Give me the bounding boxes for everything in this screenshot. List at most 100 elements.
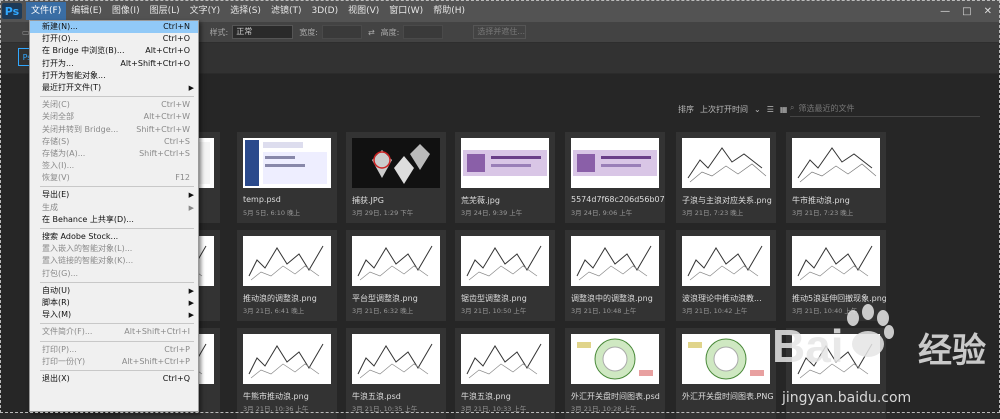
height-input[interactable]	[403, 25, 444, 39]
file-thumbnail	[792, 236, 880, 286]
file-menu-item[interactable]: 在 Behance 上共享(D)...	[30, 214, 198, 226]
sort-control[interactable]: 排序 上次打开时间 ⌄ ☰ ▦	[678, 104, 787, 115]
file-menu-item-label: 文件简介(F)...	[42, 327, 93, 337]
search-field[interactable]: ⌕ 筛选最近的文件	[790, 100, 980, 117]
menu-1[interactable]: 编辑(E)	[66, 2, 107, 20]
file-menu-item[interactable]: 导出(E) ▶	[30, 189, 198, 201]
file-menu-item-label: 关闭并转到 Bridge...	[42, 124, 119, 134]
recent-file-tile[interactable]: 荒芜薇.jpg 3月 24日, 9:39 上午	[455, 132, 555, 223]
file-menu-item-label: 脚本(R)	[42, 297, 70, 307]
minimize-icon[interactable]: —	[940, 6, 950, 17]
shortcut-label: Ctrl+W	[161, 100, 190, 110]
recent-file-tile[interactable]: 外汇开关盘时间图表.PNG	[676, 328, 776, 419]
file-date: 3月 21日, 10:42 上午	[682, 307, 748, 315]
swap-icon[interactable]: ⇄	[368, 28, 375, 37]
file-date: 3月 21日, 10:35 上午	[352, 405, 418, 413]
file-menu-item[interactable]: 退出(X) Ctrl+Q	[30, 373, 198, 385]
file-thumbnail	[792, 138, 880, 188]
file-menu-item-label: 搜索 Adobe Stock...	[42, 232, 119, 241]
recent-file-tile[interactable]: temp.psd 5月 5日, 6:10 晚上	[237, 132, 337, 223]
menu-10[interactable]: 帮助(H)	[428, 2, 470, 20]
file-menu-item: 置入链接的智能对象(K)...	[30, 255, 198, 267]
menu-8[interactable]: 视图(V)	[343, 2, 384, 20]
file-menu-item[interactable]: 导入(M) ▶	[30, 309, 198, 321]
file-thumbnail	[352, 334, 440, 384]
file-name: 牛熊市推动浪.png	[243, 392, 309, 401]
recent-file-tile[interactable]: 推动浪的调整浪.png 3月 21日, 6:41 晚上	[237, 230, 337, 321]
recent-file-tile[interactable]: 子浪与主浪对应关系.png 3月 21日, 7:23 晚上	[676, 132, 776, 223]
file-menu-item[interactable]: 打开(O)... Ctrl+O	[30, 33, 198, 45]
recent-file-tile[interactable]: 波浪理论中推动浪教... 3月 21日, 10:42 上午	[676, 230, 776, 321]
file-menu-item: 打印(P)... Ctrl+P	[30, 344, 198, 356]
file-name: 波浪理论中推动浪教...	[682, 294, 762, 303]
height-label: 高度:	[380, 27, 400, 37]
file-thumbnail	[461, 236, 549, 286]
style-select[interactable]: 正常	[232, 25, 294, 39]
submenu-arrow-icon: ▶	[188, 311, 194, 320]
file-thumbnail	[461, 334, 549, 384]
recent-file-tile[interactable]: 牛熊市推动浪.png 3月 21日, 10:36 上午	[237, 328, 337, 419]
menu-items: 文件(F) 编辑(E) 图像(I) 图层(L) 文字(Y) 选择(S) 滤镜(T) 3D(D)…	[26, 2, 470, 20]
file-menu-item[interactable]: 在 Bridge 中浏览(B)... Alt+Ctrl+O	[30, 45, 198, 57]
file-menu-item[interactable]: 新建(N)... Ctrl+N	[30, 21, 198, 34]
menu-2[interactable]: 图像(I)	[107, 2, 145, 20]
width-input[interactable]	[321, 25, 362, 39]
file-menu-item[interactable]: 搜索 Adobe Stock...	[30, 231, 198, 243]
menu-5[interactable]: 选择(S)	[225, 2, 266, 20]
file-menu-item: 关闭并转到 Bridge... Shift+Ctrl+W	[30, 124, 198, 136]
shortcut-label: Alt+Ctrl+W	[143, 112, 190, 122]
file-date: 3月 21日, 10:33 上午	[461, 405, 527, 413]
sort-label: 排序	[678, 105, 694, 114]
select-and-mask-button[interactable]: 选择并遮住...	[473, 25, 527, 39]
menu-9[interactable]: 窗口(W)	[384, 2, 428, 20]
maximize-icon[interactable]: □	[962, 6, 971, 17]
file-date: 3月 21日, 7:23 晚上	[682, 209, 744, 217]
sort-value: 上次打开时间	[700, 105, 748, 114]
file-date: 5月 5日, 6:10 晚上	[243, 209, 301, 217]
file-menu-item[interactable]: 打开为智能对象...	[30, 70, 198, 82]
menu-6[interactable]: 滤镜(T)	[266, 2, 307, 20]
paw-icon	[847, 304, 894, 357]
file-menu-item: 存储(S) Ctrl+S	[30, 136, 198, 148]
submenu-arrow-icon: ▶	[188, 191, 194, 200]
recent-file-tile[interactable]: 锯齿型调整浪.png 3月 21日, 10:50 上午	[455, 230, 555, 321]
file-menu-item-label: 导入(M)	[42, 310, 72, 320]
file-thumbnail	[682, 236, 770, 286]
recent-file-tile[interactable]: 牛浪五浪.psd 3月 21日, 10:35 上午	[346, 328, 446, 419]
file-menu-item[interactable]: 最近打开文件(T) ▶	[30, 82, 198, 94]
list-view-icon[interactable]: ☰	[767, 105, 774, 114]
close-icon[interactable]: ✕	[984, 6, 992, 17]
file-menu-item-label: 打印(P)...	[42, 344, 77, 354]
menu-3[interactable]: 图层(L)	[145, 2, 185, 20]
recent-file-tile[interactable]: 外汇开关盘时间图表.psd 3月 21日, 10:28 上午	[565, 328, 665, 419]
file-date: 3月 21日, 6:41 晚上	[243, 307, 305, 315]
recent-file-tile[interactable]: 平台型调整浪.png 3月 21日, 6:32 晚上	[346, 230, 446, 321]
file-menu-item: 关闭全部 Alt+Ctrl+W	[30, 111, 198, 123]
recent-file-tile[interactable]: 牛市推动浪.png 3月 21日, 7:23 晚上	[786, 132, 886, 223]
grid-view-icon[interactable]: ▦	[780, 105, 788, 114]
recent-file-tile[interactable]: 捕获.JPG 3月 29日, 1:29 下午	[346, 132, 446, 223]
recent-file-tile[interactable]: 调整浪中的调整浪.png 3月 21日, 10:48 上午	[565, 230, 665, 321]
file-menu: 新建(N)... Ctrl+N 打开(O)... Ctrl+O 在 Bridge 中浏览…	[29, 20, 199, 412]
watermark-brand: Bai	[772, 320, 844, 372]
menu-0[interactable]: 文件(F)	[26, 2, 67, 20]
file-thumbnail	[571, 236, 659, 286]
recent-file-tile[interactable]: 5574d7f68c206d56b07ec5... 3月 24日, 9:06 上午	[565, 132, 665, 223]
file-thumbnail	[682, 334, 770, 384]
file-menu-item: 生成 ▶	[30, 202, 198, 214]
file-menu-item[interactable]: 脚本(R) ▶	[30, 297, 198, 309]
menu-4[interactable]: 文字(Y)	[185, 2, 226, 20]
file-menu-item-label: 打印一份(Y)	[42, 356, 86, 366]
menu-separator	[40, 369, 194, 371]
file-menu-item[interactable]: 自动(U) ▶	[30, 285, 198, 297]
recent-file-tile[interactable]: 牛浪五浪.png 3月 21日, 10:33 上午	[455, 328, 555, 419]
menu-7[interactable]: 3D(D)	[306, 2, 343, 20]
file-menu-item-label: 在 Behance 上共享(D)...	[42, 214, 134, 224]
file-menu-item[interactable]: 打开为... Alt+Shift+Ctrl+O	[30, 58, 198, 70]
file-menu-item-label: 最近打开文件(T)	[42, 82, 102, 92]
submenu-arrow-icon: ▶	[188, 286, 194, 295]
file-thumbnail	[243, 138, 331, 188]
file-menu-item-label: 导出(E)	[42, 190, 70, 200]
shortcut-label: F12	[175, 173, 190, 183]
file-menu-item-label: 存储为(A)...	[42, 148, 86, 158]
